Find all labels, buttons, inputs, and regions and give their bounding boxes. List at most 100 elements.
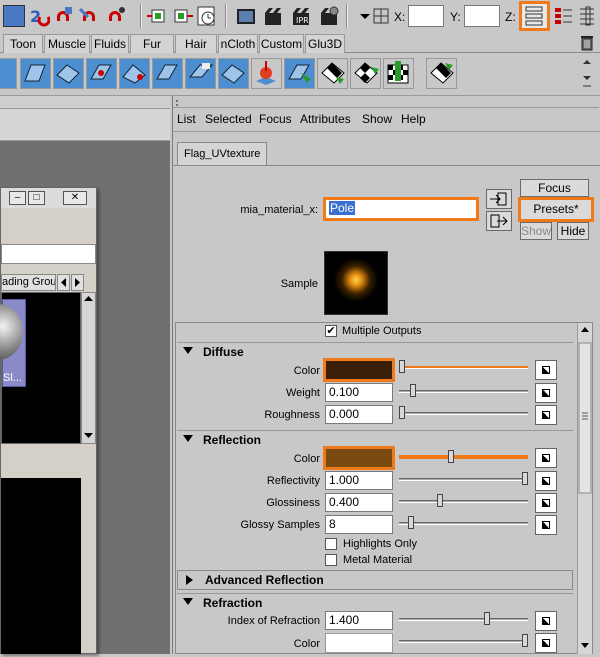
automatic-mapping-icon[interactable]: [119, 58, 150, 89]
show-button[interactable]: Show: [520, 222, 552, 240]
shelf-tab-glu3d[interactable]: Glu3D: [305, 34, 345, 53]
maximize-button[interactable]: □: [28, 191, 45, 205]
menu-attributes[interactable]: Attributes: [300, 112, 351, 126]
close-button[interactable]: ✕: [63, 191, 87, 205]
refraction-section-header[interactable]: Refraction: [177, 593, 573, 611]
select-by-object-icon[interactable]: 2: [28, 5, 51, 27]
render-view-icon[interactable]: [235, 5, 257, 27]
map-button-glossiness[interactable]: [535, 493, 557, 513]
diffuse-color-swatch[interactable]: [323, 358, 395, 382]
cylindrical-mapping-icon[interactable]: [53, 58, 84, 89]
highlights-only-checkbox[interactable]: [325, 538, 337, 550]
shelf-tab-toon[interactable]: Toon: [3, 34, 43, 53]
tab-scroll-left-icon[interactable]: [57, 274, 70, 291]
reflection-section-header[interactable]: Reflection: [177, 430, 573, 448]
diffuse-color-slider[interactable]: [399, 366, 528, 369]
hypershade-scrollbar[interactable]: [81, 292, 96, 444]
ior-field[interactable]: 1.400: [325, 611, 393, 630]
map-button-reflection-color[interactable]: [535, 448, 557, 468]
reflection-color-swatch[interactable]: [323, 446, 395, 470]
shelf-tab-custom[interactable]: Custom: [259, 34, 304, 53]
menu-help[interactable]: Help: [401, 112, 426, 126]
menu-selected[interactable]: Selected: [205, 112, 252, 126]
checker-texture-icon[interactable]: [383, 58, 414, 89]
y-field[interactable]: [464, 5, 500, 27]
input-node-button[interactable]: [486, 189, 512, 209]
material-name-field[interactable]: Pole: [323, 197, 479, 221]
map-button-refraction-color[interactable]: [535, 633, 557, 653]
refraction-color-slider[interactable]: [399, 640, 528, 643]
glossy-samples-slider[interactable]: [399, 522, 528, 525]
diffuse-weight-slider[interactable]: [399, 390, 528, 393]
attribute-editor-toggle-icon[interactable]: [519, 1, 550, 31]
hide-button[interactable]: Hide: [557, 222, 589, 240]
reflectivity-slider[interactable]: [399, 478, 528, 481]
reflection-color-slider-thumb[interactable]: [448, 450, 454, 463]
roughness-slider[interactable]: [399, 412, 528, 415]
reflectivity-field[interactable]: 1.000: [325, 471, 393, 490]
material-swatch-panel[interactable]: Sl...: [0, 292, 81, 444]
input-connections-icon[interactable]: [147, 5, 169, 27]
metal-material-checkbox[interactable]: [325, 554, 337, 566]
map-button-diffuse-color[interactable]: [535, 360, 557, 380]
snap-curve-icon[interactable]: [78, 5, 100, 27]
map-button-glossy-samples[interactable]: [535, 515, 557, 535]
shelf-tab-hair[interactable]: Hair: [175, 34, 217, 53]
shelf-scroll[interactable]: [581, 56, 593, 92]
tab-scroll-right-icon[interactable]: [71, 274, 84, 291]
diffuse-weight-field[interactable]: 0.100: [325, 383, 393, 402]
ior-slider[interactable]: [399, 618, 528, 621]
absolute-transform-icon[interactable]: [370, 5, 392, 27]
menu-list[interactable]: List: [177, 112, 196, 126]
multiple-outputs-checkbox[interactable]: ✔: [325, 325, 337, 337]
roughness-slider-thumb[interactable]: [399, 406, 405, 419]
map-button-ior[interactable]: [535, 611, 557, 631]
output-node-button[interactable]: [486, 211, 512, 231]
roughness-field[interactable]: 0.000: [325, 405, 393, 424]
checker-uv-icon[interactable]: [317, 58, 348, 89]
planar-mapping-icon[interactable]: [20, 58, 51, 89]
menu-focus[interactable]: Focus: [259, 112, 292, 126]
focus-button[interactable]: Focus: [520, 179, 589, 197]
reflectivity-slider-thumb[interactable]: [522, 472, 528, 485]
refraction-color-swatch[interactable]: [325, 633, 393, 653]
glossy-samples-field[interactable]: 8: [325, 515, 393, 534]
map-button-reflectivity[interactable]: [535, 471, 557, 491]
tab-flag-uvtexture[interactable]: Flag_UVtexture: [177, 142, 268, 166]
reflection-color-slider[interactable]: [399, 455, 528, 459]
diffuse-weight-slider-thumb[interactable]: [410, 384, 416, 397]
shelf-tab-fur[interactable]: Fur: [130, 34, 174, 53]
advanced-reflection-section-header[interactable]: Advanced Reflection: [177, 570, 573, 590]
glossiness-field[interactable]: 0.400: [325, 493, 393, 512]
snap-point-icon[interactable]: [104, 5, 126, 27]
map-button-roughness[interactable]: [535, 405, 557, 425]
presets-button[interactable]: Presets*: [518, 197, 594, 222]
shelf-tab-fluids[interactable]: Fluids: [91, 34, 129, 53]
unfold-uvs-icon[interactable]: [218, 58, 249, 89]
shelf-tool-icon[interactable]: [0, 58, 17, 89]
attribute-editor-grip[interactable]: [173, 98, 599, 108]
snap-grid-icon[interactable]: [52, 5, 74, 27]
construction-history-icon[interactable]: [196, 5, 218, 27]
spherical-mapping-icon[interactable]: [86, 58, 117, 89]
hypershade-tab[interactable]: ading Group: [1, 274, 56, 291]
attribute-scrollbar[interactable]: [577, 323, 592, 654]
ipr-render-icon[interactable]: IPR: [290, 5, 312, 27]
layout-uvs-icon[interactable]: [251, 58, 282, 89]
refraction-color-slider-thumb[interactable]: [522, 634, 528, 647]
camera-mapping-icon[interactable]: [185, 58, 216, 89]
checker-scale-icon[interactable]: [426, 58, 457, 89]
normal-mapping-icon[interactable]: [152, 58, 183, 89]
map-button-diffuse-weight[interactable]: [535, 383, 557, 403]
x-field[interactable]: [408, 5, 444, 27]
material-swatch[interactable]: Sl...: [0, 299, 26, 387]
glossiness-slider-thumb[interactable]: [437, 494, 443, 507]
ior-slider-thumb[interactable]: [484, 612, 490, 625]
diffuse-color-slider-thumb[interactable]: [399, 360, 405, 373]
shelf-tab-ncloth[interactable]: nCloth: [218, 34, 258, 53]
trash-icon[interactable]: [579, 34, 595, 51]
channel-box-icon[interactable]: [576, 5, 598, 27]
hypershade-titlebar[interactable]: – □ ✕: [1, 188, 96, 208]
work-area-panel[interactable]: [1, 478, 81, 654]
glossiness-slider[interactable]: [399, 500, 528, 503]
